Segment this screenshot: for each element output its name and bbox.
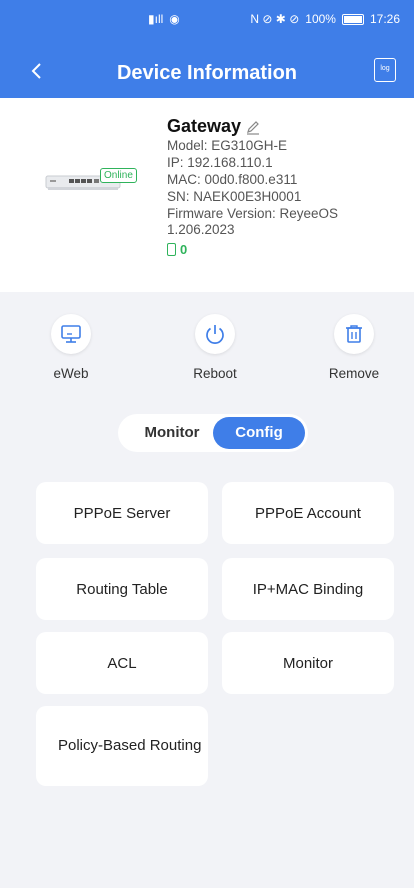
reboot-button[interactable]: Reboot	[170, 314, 260, 381]
status-icons: N ⊘ ✱ ⊘	[250, 12, 300, 26]
eweb-icon-circle	[51, 314, 91, 354]
edit-icon[interactable]	[245, 119, 261, 135]
battery-percent: 100%	[305, 12, 336, 26]
client-count-value: 0	[180, 242, 188, 257]
status-badge: Online	[100, 168, 137, 183]
pppoe-server-button[interactable]: PPPoE Server	[36, 482, 208, 544]
routing-table-button[interactable]: Routing Table	[36, 558, 208, 620]
eweb-button[interactable]: eWeb	[26, 314, 116, 381]
remove-icon-circle	[334, 314, 374, 354]
tab-config[interactable]: Config	[213, 417, 305, 449]
remove-button[interactable]: Remove	[309, 314, 399, 381]
navbar: Device Information log	[0, 50, 414, 94]
power-icon	[206, 325, 224, 344]
signal-icon: ▮ıll	[148, 12, 164, 26]
status-right: N ⊘ ✱ ⊘ 100% 17:26	[250, 12, 400, 26]
device-actions: eWeb Reboot Remove	[0, 314, 414, 394]
monitor-button[interactable]: Monitor	[222, 632, 394, 694]
header: ▮ıll ◉ N ⊘ ✱ ⊘ 100% 17:26 Device Informa…	[0, 0, 414, 98]
device-card: Online Gateway Model: EG310GH-E IP: 192.…	[0, 98, 414, 292]
remove-label: Remove	[328, 366, 380, 381]
page-title: Device Information	[116, 62, 298, 84]
trash-icon	[346, 325, 362, 343]
clock: 17:26	[369, 12, 400, 26]
eweb-label: eWeb	[53, 366, 89, 381]
tab-monitor[interactable]: Monitor	[126, 417, 218, 449]
acl-button[interactable]: ACL	[36, 632, 208, 694]
device-name: Gateway	[167, 116, 242, 136]
status-left: ▮ıll ◉	[148, 12, 180, 26]
device-firmware: Firmware Version: ReyeeOS 1.206.2023	[167, 206, 339, 237]
reboot-icon-circle	[195, 314, 235, 354]
device-name-row: Gateway	[167, 116, 407, 137]
client-count: 0	[167, 242, 407, 257]
device-mac: MAC: 00d0.f800.e311	[167, 172, 298, 187]
monitor-config-toggle: Monitor Config	[118, 414, 308, 452]
device-info: Gateway Model: EG310GH-E IP: 192.168.110…	[167, 116, 407, 257]
device-model: Model: EG310GH-E	[167, 138, 288, 153]
pppoe-account-button[interactable]: PPPoE Account	[222, 482, 394, 544]
status-bar: ▮ıll ◉ N ⊘ ✱ ⊘ 100% 17:26	[0, 0, 414, 40]
wifi-icon: ◉	[169, 12, 180, 26]
phone-icon	[167, 243, 176, 256]
reboot-label: Reboot	[193, 366, 237, 381]
policy-based-routing-button[interactable]: Policy-Based Routing	[36, 706, 208, 786]
device-ip: IP: 192.168.110.1	[167, 155, 273, 170]
device-sn: SN: NAEK00E3H0001	[167, 189, 302, 204]
log-icon[interactable]: log	[374, 58, 396, 82]
battery-icon	[341, 13, 364, 25]
ip-mac-binding-button[interactable]: IP+MAC Binding	[222, 558, 394, 620]
monitor-icon	[61, 325, 81, 343]
